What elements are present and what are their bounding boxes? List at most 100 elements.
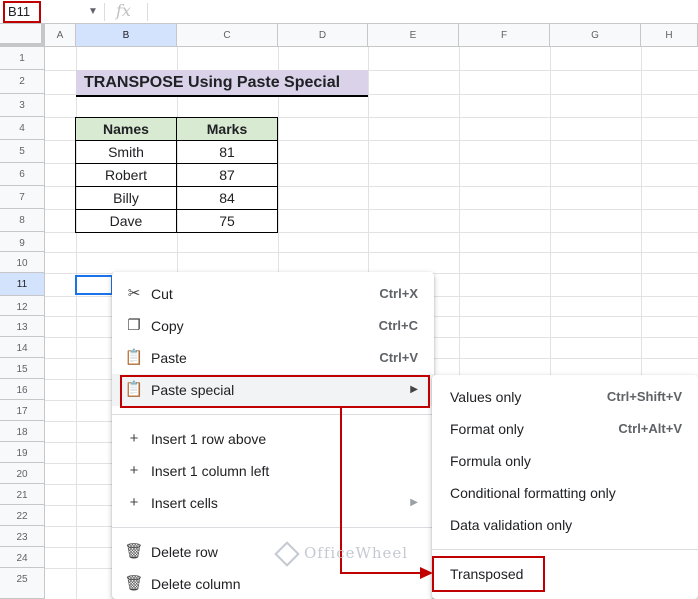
gridline [45, 252, 698, 253]
row-header[interactable]: 16 [0, 379, 45, 400]
clipboard-icon: 📋 [124, 349, 144, 366]
row-header[interactable]: 13 [0, 316, 45, 337]
sheet-title[interactable]: TRANSPOSE Using Paste Special [76, 70, 368, 97]
row-header[interactable]: 6 [0, 163, 45, 186]
annotation-arrowhead-icon [420, 567, 433, 579]
divider [104, 3, 105, 21]
menu-divider [432, 549, 698, 550]
plus-icon: + [129, 462, 139, 479]
menu-item-copy[interactable]: ❐ Copy Ctrl+C [112, 310, 434, 342]
row-header[interactable]: 1 [0, 47, 45, 70]
row-header[interactable]: 20 [0, 463, 45, 484]
shortcut-label: Ctrl+Alt+V [618, 421, 682, 436]
table-row: Robert 87 [75, 163, 278, 187]
row-header[interactable]: 7 [0, 186, 45, 209]
name-cell[interactable]: Billy [75, 186, 177, 210]
name-cell[interactable]: Robert [75, 163, 177, 187]
menu-item-label: Format only [450, 421, 524, 437]
row-header[interactable]: 5 [0, 140, 45, 163]
column-header-c[interactable]: C [177, 24, 278, 47]
menu-item-label: Insert 1 column left [151, 463, 270, 479]
select-all-corner[interactable] [0, 24, 45, 47]
row-header[interactable]: 19 [0, 442, 45, 463]
menu-item-insert-row-above[interactable]: + Insert 1 row above [112, 423, 434, 455]
submenu-item-formula-only[interactable]: Formula only [432, 445, 698, 477]
row-header[interactable]: 21 [0, 484, 45, 505]
row-header-selected[interactable]: 11 [0, 273, 45, 296]
menu-item-label: Data validation only [450, 517, 573, 533]
menu-item-label: Conditional formatting only [450, 485, 616, 501]
fx-icon: fx [116, 1, 131, 20]
menu-item-label: Copy [151, 318, 184, 334]
shortcut-label: Ctrl+X [379, 286, 418, 301]
menu-item-label: Cut [151, 286, 173, 302]
menu-item-insert-column-left[interactable]: + Insert 1 column left [112, 455, 434, 487]
shortcut-label: Ctrl+Shift+V [606, 389, 682, 404]
row-header[interactable]: 12 [0, 296, 45, 316]
menu-item-paste[interactable]: 📋 Paste Ctrl+V [112, 342, 434, 374]
scissors-icon: ✂ [127, 285, 141, 302]
column-header-d[interactable]: D [278, 24, 368, 47]
header-cell-marks[interactable]: Marks [176, 117, 278, 141]
menu-item-label: Delete row [151, 544, 218, 560]
table-row: Billy 84 [75, 186, 278, 210]
menu-divider [112, 414, 434, 415]
shortcut-label: Ctrl+C [378, 318, 418, 333]
row-header[interactable]: 17 [0, 400, 45, 421]
menu-item-label: Values only [450, 389, 522, 405]
menu-item-cut[interactable]: ✂ Cut Ctrl+X [112, 278, 434, 310]
row-header[interactable]: 15 [0, 358, 45, 379]
column-header-f[interactable]: F [459, 24, 550, 47]
submenu-item-values-only[interactable]: Values only Ctrl+Shift+V [432, 381, 698, 413]
row-header[interactable]: 23 [0, 526, 45, 547]
name-box-dropdown-icon[interactable]: ▼ [88, 3, 98, 21]
row-header[interactable]: 24 [0, 547, 45, 568]
marks-cell[interactable]: 87 [176, 163, 278, 187]
highlight-box-paste-special [120, 375, 430, 408]
table-row: Smith 81 [75, 140, 278, 164]
name-cell[interactable]: Dave [75, 209, 177, 233]
column-header-e[interactable]: E [368, 24, 459, 47]
menu-item-label: Paste [151, 350, 187, 366]
row-header[interactable]: 22 [0, 505, 45, 526]
table-header-row: Names Marks [75, 117, 278, 141]
row-header[interactable]: 18 [0, 421, 45, 442]
trash-icon: 🗑 [124, 543, 144, 560]
watermark-text: OfficeWheel [304, 544, 409, 562]
menu-item-label: Delete column [151, 576, 241, 592]
watermark-logo-icon [274, 541, 300, 567]
column-header-b[interactable]: B [76, 24, 177, 47]
row-header[interactable]: 8 [0, 209, 45, 232]
marks-cell[interactable]: 75 [176, 209, 278, 233]
row-header[interactable]: 3 [0, 94, 45, 117]
copy-icon: ❐ [127, 317, 141, 334]
submenu-item-format-only[interactable]: Format only Ctrl+Alt+V [432, 413, 698, 445]
table-row: Dave 75 [75, 209, 278, 233]
menu-divider [112, 527, 434, 528]
selected-cell-b11[interactable] [75, 275, 113, 295]
row-header[interactable]: 10 [0, 252, 45, 273]
row-header[interactable]: 9 [0, 232, 45, 252]
menu-item-label: Formula only [450, 453, 531, 469]
trash-icon: 🗑 [124, 575, 144, 592]
data-table: Names Marks Smith 81 Robert 87 Billy 84 … [75, 117, 278, 233]
watermark: OfficeWheel [274, 541, 409, 567]
menu-item-label: Insert cells [151, 495, 218, 511]
menu-item-insert-cells[interactable]: + Insert cells ▶ [112, 487, 434, 519]
column-header-g[interactable]: G [550, 24, 641, 47]
row-header[interactable]: 2 [0, 70, 45, 94]
name-box[interactable]: B11 [3, 1, 41, 23]
column-header-a[interactable]: A [45, 24, 76, 47]
row-header[interactable]: 25 [0, 568, 45, 599]
column-header-h[interactable]: H [641, 24, 698, 47]
marks-cell[interactable]: 81 [176, 140, 278, 164]
header-cell-names[interactable]: Names [75, 117, 177, 141]
row-header[interactable]: 14 [0, 337, 45, 358]
divider [147, 3, 148, 21]
row-header[interactable]: 4 [0, 117, 45, 140]
marks-cell[interactable]: 84 [176, 186, 278, 210]
shortcut-label: Ctrl+V [379, 350, 418, 365]
name-cell[interactable]: Smith [75, 140, 177, 164]
submenu-item-data-validation-only[interactable]: Data validation only [432, 509, 698, 541]
submenu-item-conditional-formatting-only[interactable]: Conditional formatting only [432, 477, 698, 509]
